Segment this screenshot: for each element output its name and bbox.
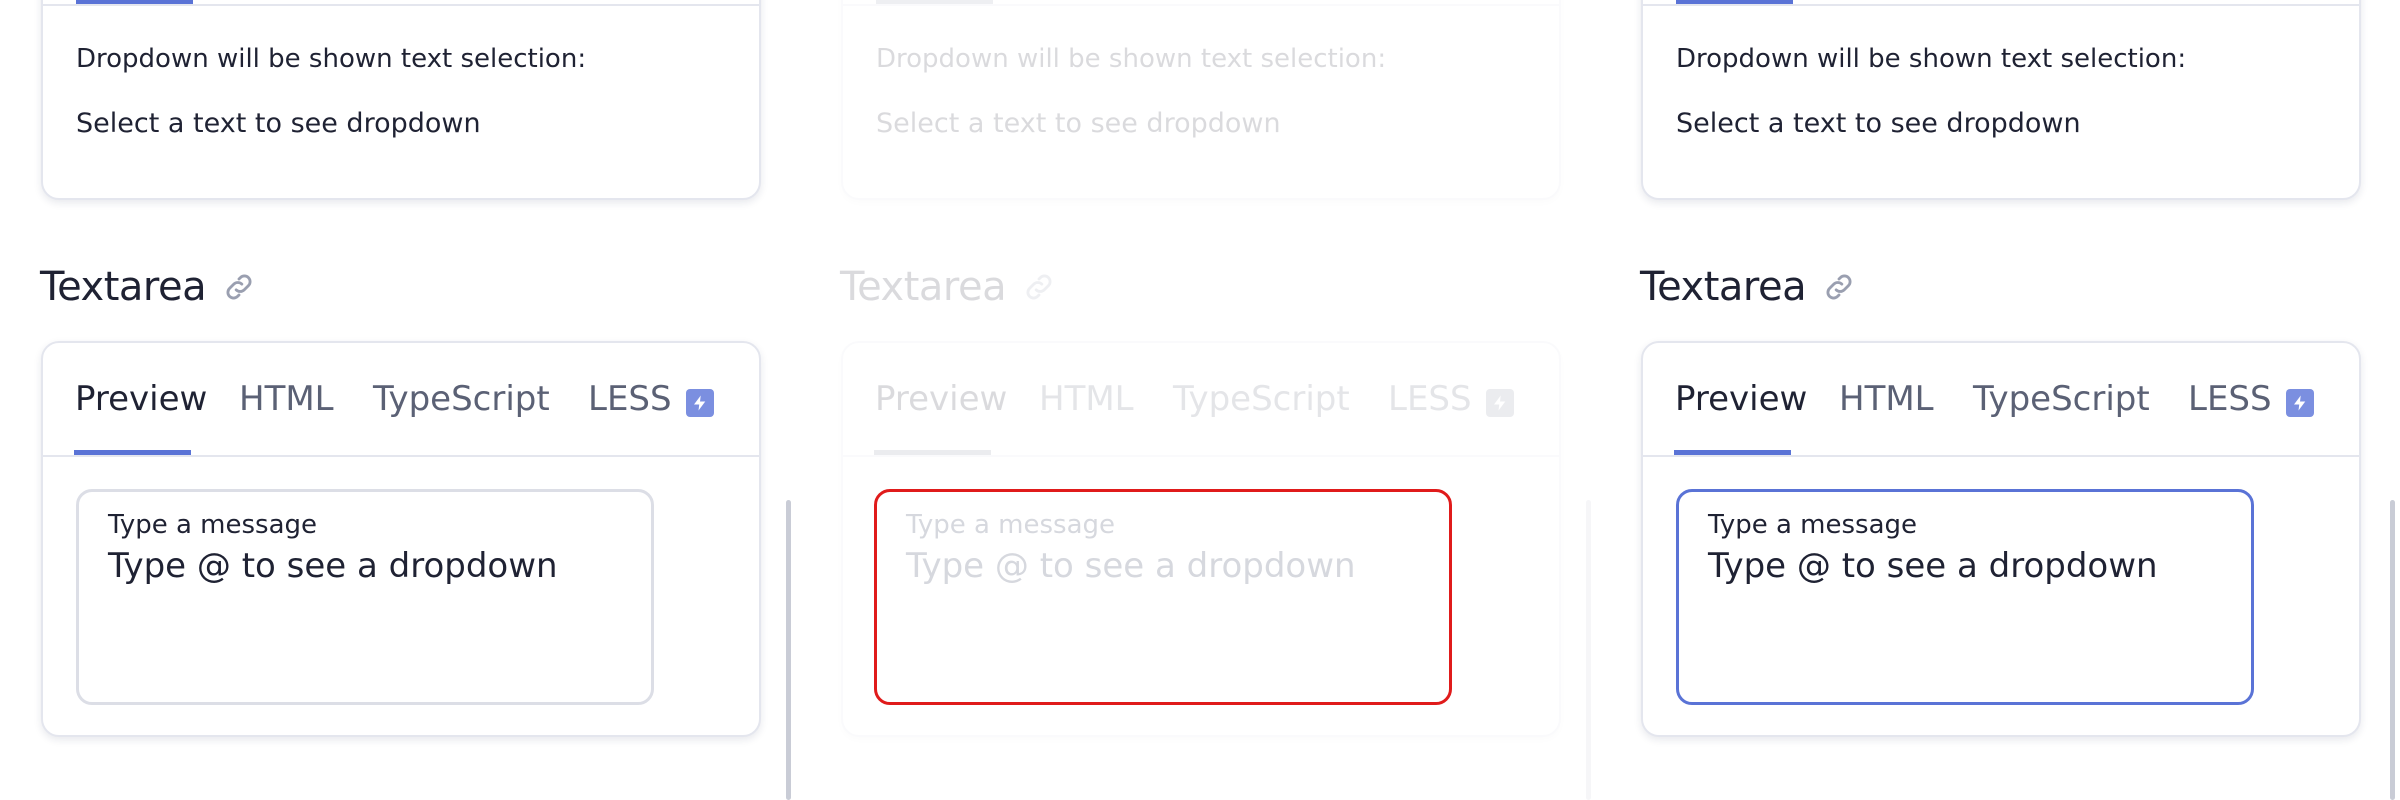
textarea-demo-card: Preview HTML TypeScript LESS Type a mess… [1641, 341, 2361, 737]
text-selection-card: Dropdown will be shown text selection: S… [41, 0, 761, 200]
textarea-label: Type a message [108, 510, 318, 540]
stackblitz-icon [1486, 389, 1514, 417]
text-selection-card: Dropdown will be shown text selection: S… [841, 0, 1561, 200]
section-title: Textarea [840, 264, 1007, 310]
tab-preview[interactable]: Preview [75, 379, 207, 419]
code-tabs: Preview HTML TypeScript LESS [43, 343, 759, 457]
link-icon[interactable] [222, 270, 256, 304]
tab-divider [843, 4, 1559, 6]
tab-preview[interactable]: Preview [1675, 379, 1807, 419]
select-text-prompt[interactable]: Select a text to see dropdown [76, 108, 481, 139]
stackblitz-icon[interactable] [686, 389, 714, 417]
tab-typescript[interactable]: TypeScript [373, 379, 550, 419]
tab-html[interactable]: HTML [1839, 379, 1934, 419]
message-textarea-error: Type a message Type @ to see a dropdown [874, 489, 1452, 705]
tab-less: LESS [1388, 379, 1472, 419]
link-icon [1022, 270, 1056, 304]
dropdown-hint-text: Dropdown will be shown text selection: [76, 44, 587, 74]
textarea-demo-card: Preview HTML TypeScript LESS Type a mess… [41, 341, 761, 737]
code-tabs: Preview HTML TypeScript LESS [843, 343, 1559, 457]
text-selection-card: Dropdown will be shown text selection: S… [1641, 0, 2361, 200]
tab-divider [843, 455, 1559, 457]
tab-divider [1643, 455, 2359, 457]
tab-html[interactable]: HTML [239, 379, 334, 419]
tab-divider [43, 4, 759, 6]
section-heading: Textarea [40, 264, 256, 310]
demo-panel-focused: Dropdown will be shown text selection: S… [1600, 0, 2400, 800]
tab-html: HTML [1039, 379, 1134, 419]
textarea-placeholder: Type @ to see a dropdown [906, 546, 1356, 586]
message-textarea[interactable]: Type a message Type @ to see a dropdown [1676, 489, 2254, 705]
textarea-placeholder: Type @ to see a dropdown [1708, 546, 2158, 586]
section-heading: Textarea [840, 264, 1056, 310]
tab-typescript[interactable]: TypeScript [1973, 379, 2150, 419]
tab-less[interactable]: LESS [2188, 379, 2272, 419]
stackblitz-icon[interactable] [2286, 389, 2314, 417]
textarea-label: Type a message [906, 510, 1116, 540]
dropdown-hint-text: Dropdown will be shown text selection: [1676, 44, 2187, 74]
dropdown-hint-text: Dropdown will be shown text selection: [876, 44, 1387, 74]
select-text-prompt: Select a text to see dropdown [876, 108, 1281, 139]
tab-typescript: TypeScript [1173, 379, 1350, 419]
scrollbar [1586, 500, 1591, 800]
textarea-label: Type a message [1708, 510, 1918, 540]
scrollbar[interactable] [786, 500, 791, 800]
select-text-prompt[interactable]: Select a text to see dropdown [1676, 108, 2081, 139]
link-icon[interactable] [1822, 270, 1856, 304]
message-textarea[interactable]: Type a message Type @ to see a dropdown [76, 489, 654, 705]
textarea-placeholder: Type @ to see a dropdown [108, 546, 558, 586]
code-tabs: Preview HTML TypeScript LESS [1643, 343, 2359, 457]
section-heading: Textarea [1640, 264, 1856, 310]
tab-divider [43, 455, 759, 457]
tab-preview: Preview [875, 379, 1008, 419]
scrollbar[interactable] [2390, 500, 2395, 800]
section-title: Textarea [1640, 264, 1807, 310]
demo-panel-default: Dropdown will be shown text selection: S… [0, 0, 800, 800]
section-title: Textarea [40, 264, 207, 310]
tab-divider [1643, 4, 2359, 6]
tab-less[interactable]: LESS [588, 379, 672, 419]
